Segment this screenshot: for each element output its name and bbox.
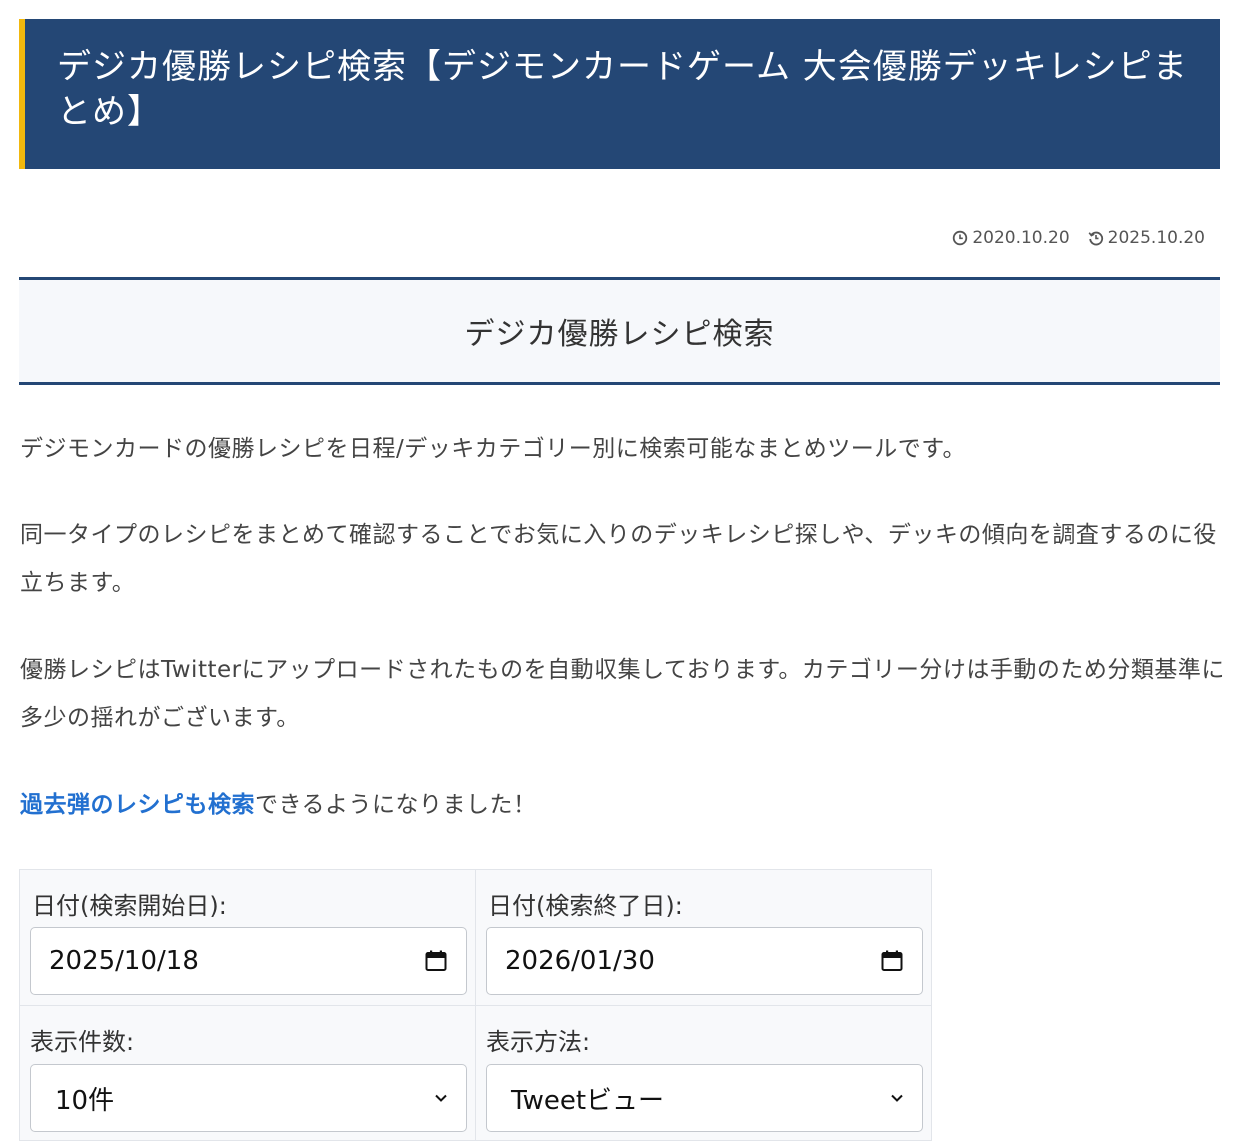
start-date-input[interactable]: 2025/10/18	[30, 927, 467, 995]
calendar-icon[interactable]	[424, 949, 448, 973]
end-date-value: 2026/01/30	[505, 946, 655, 976]
count-select[interactable]: 10件	[30, 1064, 467, 1132]
mode-select[interactable]: Tweetビュー	[486, 1064, 923, 1132]
past-recipes-link[interactable]: 過去弾のレシピも検索	[20, 792, 255, 818]
start-date-label: 日付(検索開始日):	[32, 892, 227, 920]
search-form: 日付(検索開始日): 2025/10/18 日付(検索終了日): 2026/01…	[19, 869, 932, 1141]
mode-value: Tweetビュー	[511, 1085, 665, 1116]
start-date-value: 2025/10/18	[49, 946, 199, 976]
chevron-down-icon	[435, 1094, 447, 1102]
chevron-down-icon	[891, 1094, 903, 1102]
post-dates: 2020.10.20 2025.10.20	[952, 228, 1205, 248]
section-heading: デジカ優勝レシピ検索	[464, 317, 775, 352]
count-label: 表示件数:	[30, 1028, 135, 1056]
end-date-label: 日付(検索終了日):	[488, 892, 683, 920]
calendar-icon[interactable]	[880, 949, 904, 973]
count-value: 10件	[55, 1085, 115, 1116]
clock-icon	[953, 230, 968, 246]
intro-paragraph-1: デジモンカードの優勝レシピを日程/デッキカテゴリー別に検索可能なまとめツールです…	[20, 436, 966, 462]
end-date-input[interactable]: 2026/01/30	[486, 927, 923, 995]
intro-paragraph-2: 同一タイプのレシピをまとめて確認することでお気に入りのデッキレシピ探しや、デッキ…	[20, 522, 1217, 596]
updated-date: 2025.10.20	[1088, 228, 1205, 248]
intro-paragraph-4: 過去弾のレシピも検索できるようになりました！	[20, 781, 1225, 829]
updated-date-text: 2025.10.20	[1107, 228, 1205, 248]
published-date-text: 2020.10.20	[972, 228, 1070, 248]
intro-paragraph-3: 優勝レシピはTwitterにアップロードされたものを自動収集しております。カテゴ…	[20, 657, 1225, 731]
published-date: 2020.10.20	[952, 228, 1070, 248]
article-title-box: デジカ優勝レシピ検索【デジモンカードゲーム 大会優勝デッキレシピまとめ】	[19, 19, 1220, 169]
start-date-cell: 日付(検索開始日): 2025/10/18	[20, 870, 476, 1006]
page-title: デジカ優勝レシピ検索【デジモンカードゲーム 大会優勝デッキレシピまとめ】	[57, 47, 1188, 132]
past-recipes-text: できるようになりました！	[255, 792, 537, 818]
count-cell: 表示件数: 10件	[20, 1006, 476, 1141]
end-date-cell: 日付(検索終了日): 2026/01/30	[476, 870, 932, 1006]
history-icon	[1088, 231, 1103, 246]
section-heading-box: デジカ優勝レシピ検索	[19, 277, 1220, 385]
mode-label: 表示方法:	[486, 1028, 591, 1056]
mode-cell: 表示方法: Tweetビュー	[476, 1006, 932, 1141]
